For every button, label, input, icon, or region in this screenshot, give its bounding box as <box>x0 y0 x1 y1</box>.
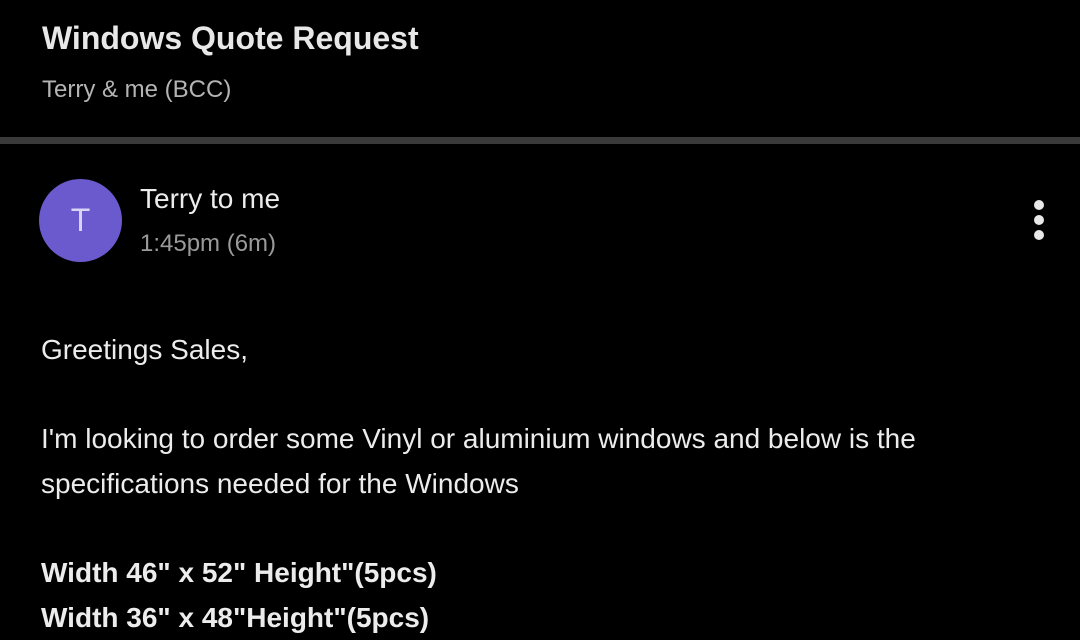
avatar-letter: T <box>70 202 91 238</box>
message-card: T Terry to me 1:45pm (6m) Greetings Sale… <box>0 144 1080 633</box>
spec-line: Width 46" x 52" Height"(5pcs) <box>41 557 437 588</box>
email-subject: Windows Quote Request <box>42 20 419 56</box>
intro-paragraph: I'm looking to order some Vinyl or alumi… <box>41 423 916 499</box>
sender-line[interactable]: Terry to me <box>140 183 280 215</box>
more-vert-icon <box>1034 200 1044 240</box>
spec-line: Width 36" x 48"Height"(5pcs) <box>41 602 430 633</box>
more-options-button[interactable] <box>1018 196 1060 244</box>
email-header: Windows Quote Request Terry & me (BCC) <box>0 0 1080 137</box>
message-timestamp: 1:45pm (6m) <box>140 230 277 257</box>
message-body: Greetings Sales, I'm looking to order so… <box>41 327 1041 640</box>
header-divider <box>0 137 1080 144</box>
greeting-text: Greetings Sales, <box>41 334 248 365</box>
avatar[interactable]: T <box>39 179 122 262</box>
thread-participants[interactable]: Terry & me (BCC) <box>42 76 231 104</box>
